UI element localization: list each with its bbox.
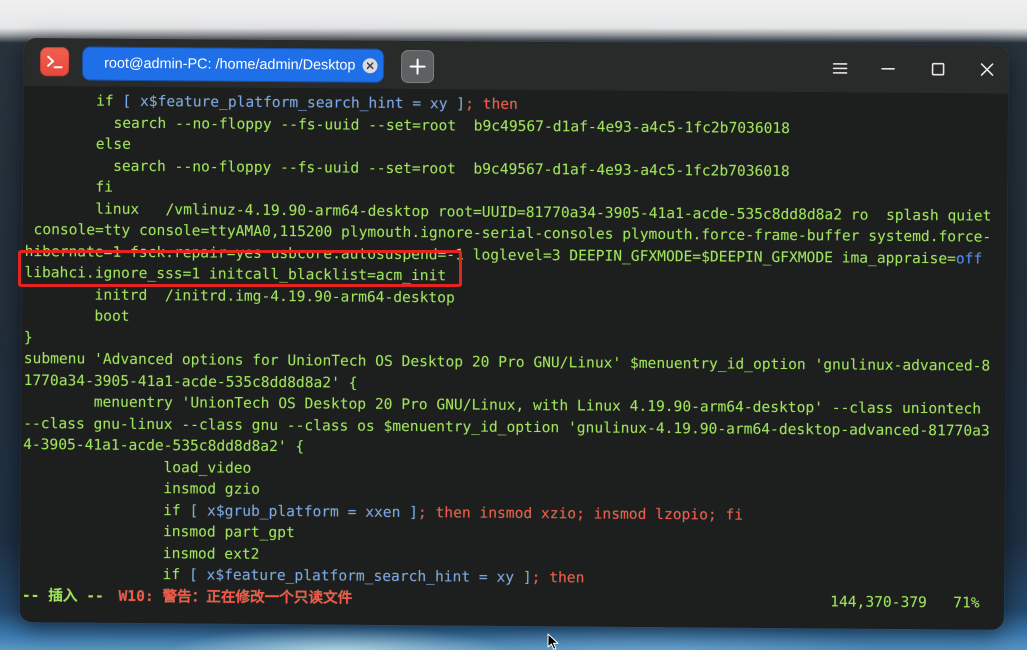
minimize-icon: [881, 67, 895, 70]
close-tab-button[interactable]: [362, 58, 378, 74]
highlight-box: [18, 250, 462, 287]
code-text: else: [25, 135, 131, 153]
code-text: initrd /initrd.img-4.19.90-arm64-desktop: [24, 285, 455, 306]
code-text: }: [23, 328, 33, 346]
code-text: 1770a34-3905-41a1-acde-535c8dd8d8a2' {: [23, 371, 358, 392]
terminal-content[interactable]: if [ x$feature_platform_search_hint = xy…: [19, 86, 1008, 630]
cursor-position: 144,370-379: [830, 592, 927, 611]
code-text: load_video: [22, 457, 252, 477]
terminal-icon: [39, 47, 70, 77]
code-text: [ x$feature_platform_search_hint = xy ]: [122, 92, 466, 113]
plus-icon: [409, 58, 426, 75]
terminal-window: root@admin-PC: /home/admin/Desktop if […: [19, 38, 1009, 630]
title-bar[interactable]: root@admin-PC: /home/admin/Desktop: [23, 38, 1009, 94]
readonly-warning: W10: 警告：正在修改一个只读文件: [118, 587, 353, 607]
vim-mode-indicator: -- 插入 --: [21, 586, 104, 605]
maximize-icon: [931, 62, 945, 76]
code-text: if: [22, 565, 190, 584]
code-text: insmod gzio: [22, 479, 261, 498]
code-text: ; then: [465, 95, 518, 113]
code-text: insmod part_gpt: [22, 522, 295, 542]
menu-icon: [832, 63, 848, 74]
tab-terminal-session[interactable]: root@admin-PC: /home/admin/Desktop: [81, 46, 385, 83]
close-icon: [362, 58, 378, 74]
code-text: 4-3905-41a1-acde-535c8dd8d8a2' {: [23, 436, 305, 456]
mouse-cursor-icon: [547, 633, 560, 650]
code-text: ; then: [531, 569, 585, 587]
code-text: fi: [25, 178, 114, 196]
vim-buffer: if [ x$feature_platform_search_hint = xy…: [22, 90, 1006, 614]
menu-button[interactable]: [830, 58, 850, 78]
code-text: off: [955, 249, 983, 268]
close-window-button[interactable]: [977, 59, 997, 79]
maximize-button[interactable]: [928, 59, 948, 79]
close-icon: [980, 63, 994, 76]
code-text: ; then insmod xzio; insmod lzopio; fi: [417, 503, 744, 524]
code-text: if: [25, 92, 123, 110]
code-text: if: [22, 500, 190, 519]
code-text: [ x$grub_platform = xxen ]: [189, 501, 419, 521]
code-text: insmod ext2: [22, 543, 260, 563]
code-text: boot: [24, 307, 130, 325]
tab-title: root@admin-PC: /home/admin/Desktop: [104, 55, 356, 74]
new-tab-button[interactable]: [400, 49, 435, 84]
scroll-percent: 71%: [953, 593, 980, 612]
code-text: [ x$feature_platform_search_hint = xy ]: [188, 566, 532, 587]
minimize-button[interactable]: [878, 59, 898, 79]
